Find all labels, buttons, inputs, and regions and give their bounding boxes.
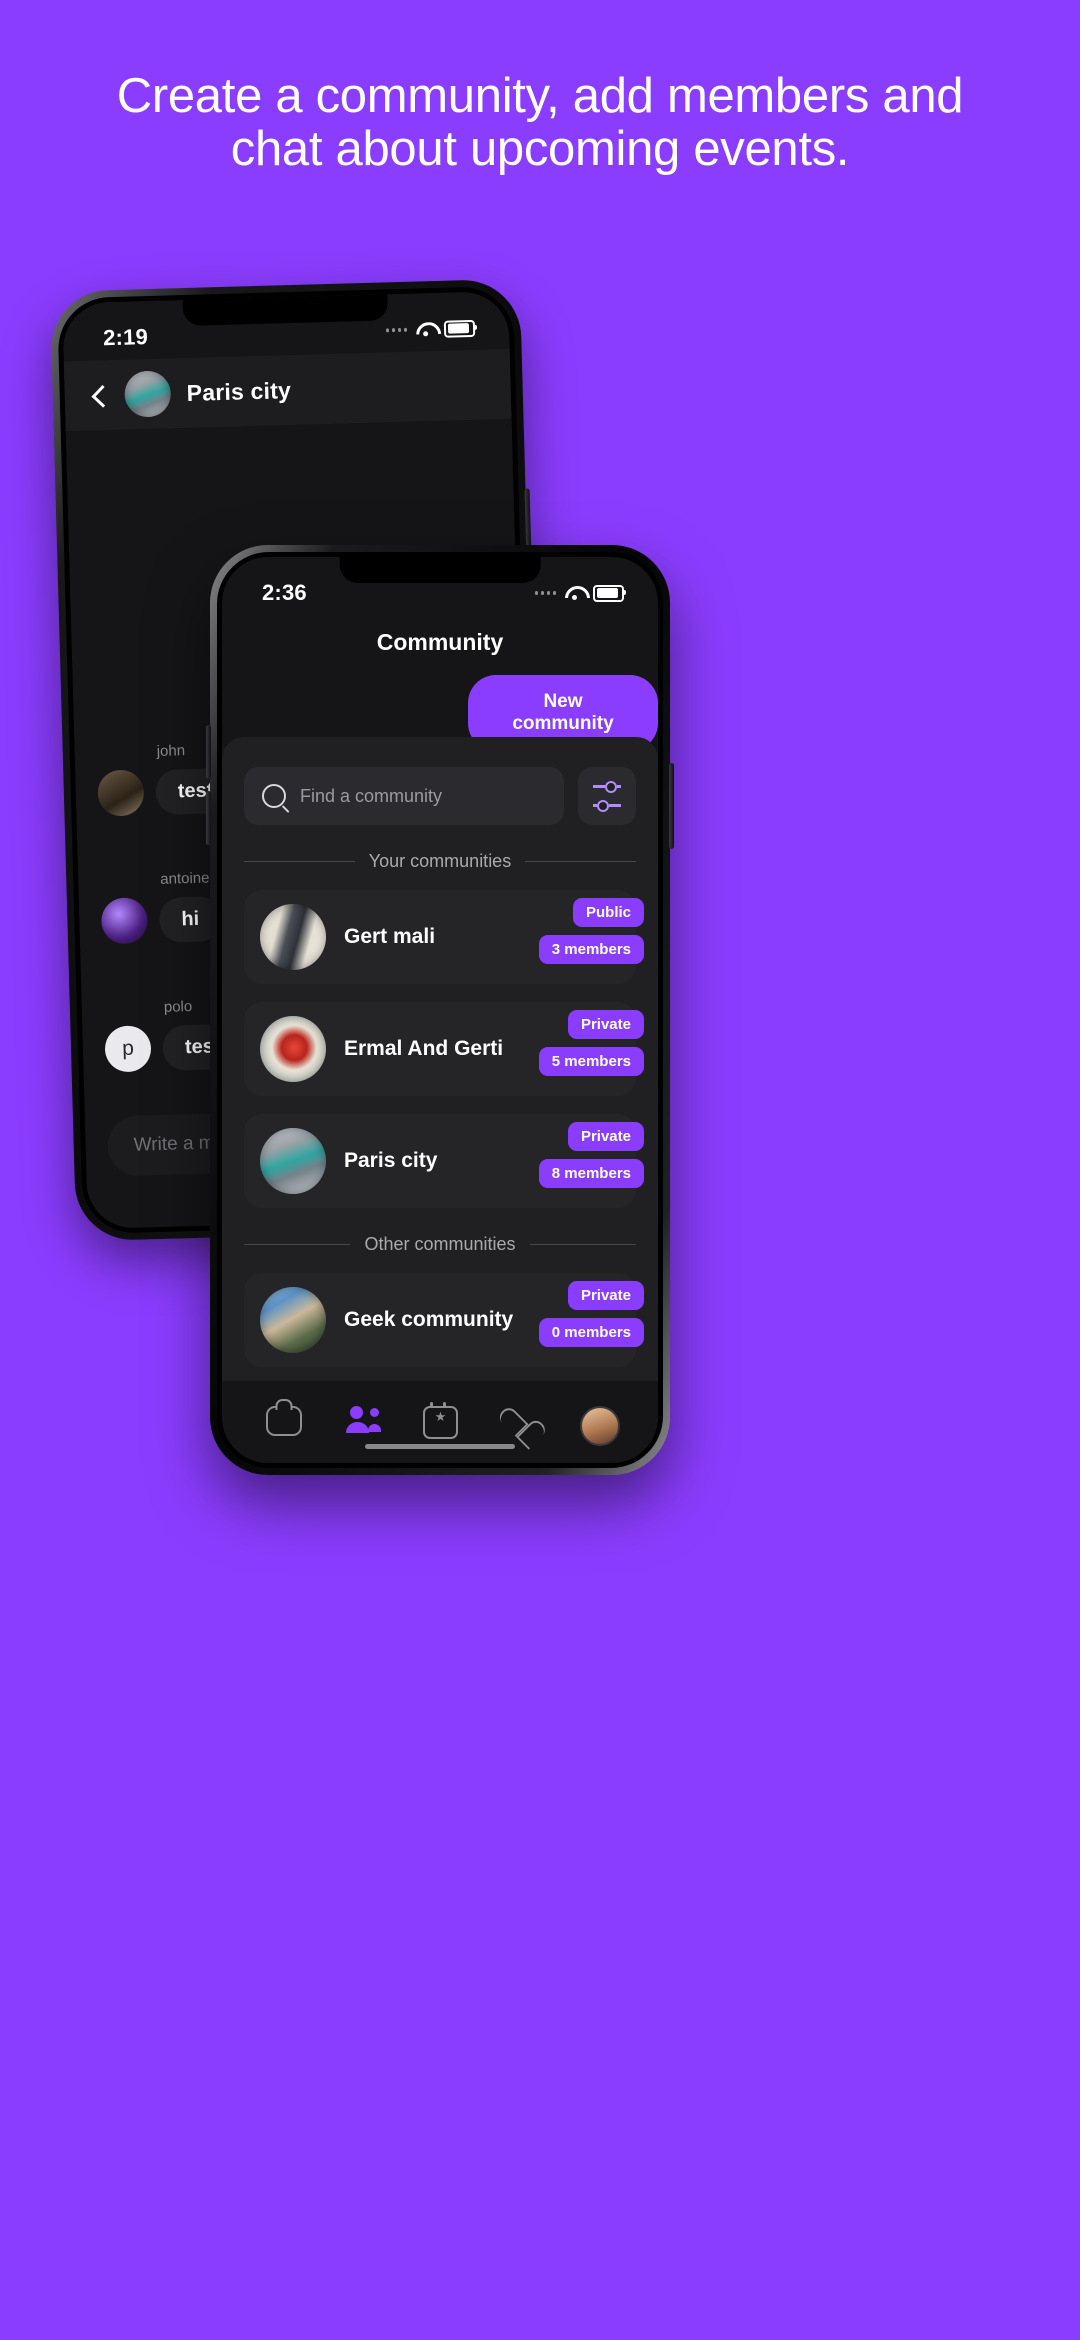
community-badges: Private 8 members: [538, 1122, 644, 1188]
community-avatar: [260, 904, 326, 970]
community-panel: Find a community Your communities Gert m…: [222, 737, 658, 1381]
message-author: john: [156, 742, 186, 760]
chat-header: Paris city: [63, 348, 512, 432]
signal-dots-icon: [534, 591, 556, 595]
volume-up-button: [206, 725, 211, 779]
notch: [339, 557, 541, 583]
status-icons: [385, 319, 476, 338]
volume-down-button: [206, 791, 211, 845]
front-phone-screen: 2:36 Community New community Find a comm…: [222, 557, 658, 1463]
community-avatar: [260, 1287, 326, 1353]
members-badge: 8 members: [538, 1159, 644, 1188]
home-icon: [266, 1406, 303, 1436]
search-input[interactable]: Find a community: [244, 767, 564, 825]
section-label: Other communities: [364, 1234, 516, 1254]
community-row[interactable]: Paris city Private 8 members: [244, 1114, 644, 1208]
community-row[interactable]: Ermal And Gerti Private 5 members: [244, 1002, 644, 1096]
community-avatar: [260, 1016, 326, 1082]
status-time: 2:36: [262, 580, 307, 605]
message-avatar: [97, 769, 145, 817]
tab-people[interactable]: [345, 1406, 381, 1438]
calendar-star-icon: [422, 1402, 458, 1439]
tab-home[interactable]: [266, 1406, 303, 1438]
power-button: [669, 763, 674, 849]
community-row[interactable]: Gert mali Public 3 members: [244, 890, 644, 984]
other-communities-list: Geek community Private 0 members: [222, 1273, 658, 1367]
your-communities-list: Gert mali Public 3 members Ermal And Ger…: [222, 890, 658, 1208]
filter-icon-row2: [593, 799, 621, 812]
profile-avatar: [579, 1406, 620, 1446]
search-row: Find a community: [222, 737, 658, 825]
status-time: 2:19: [102, 324, 149, 351]
page-title: Community: [376, 629, 504, 655]
back-arrow-icon[interactable]: [88, 385, 109, 406]
heart-icon: [501, 1406, 533, 1436]
battery-icon: [593, 584, 626, 602]
visibility-badge: Public: [572, 898, 644, 927]
tab-likes[interactable]: [501, 1406, 535, 1438]
message-item: antoinebaqu hi: [100, 869, 243, 945]
community-row[interactable]: Geek community Private 0 members: [244, 1273, 644, 1367]
front-phone-community-screen: 2:36 Community New community Find a comm…: [206, 545, 674, 1475]
message-author: polo: [163, 998, 193, 1016]
people-icon: [345, 1406, 381, 1434]
search-icon: [262, 784, 286, 808]
community-badges: Private 0 members: [538, 1281, 644, 1347]
battery-icon: [443, 319, 476, 338]
visibility-badge: Private: [567, 1281, 644, 1310]
message-avatar: [100, 897, 149, 945]
visibility-badge: Private: [567, 1122, 644, 1151]
members-badge: 5 members: [538, 1047, 644, 1076]
home-indicator: [365, 1444, 515, 1449]
status-icons: [534, 584, 626, 602]
search-placeholder: Find a community: [300, 785, 443, 806]
tab-events[interactable]: [422, 1402, 458, 1439]
message-avatar: p: [104, 1025, 152, 1073]
chat-community-avatar[interactable]: [124, 370, 172, 418]
filter-button[interactable]: [578, 767, 636, 825]
wifi-icon: [416, 322, 435, 337]
wifi-icon: [565, 586, 584, 600]
community-badges: Public 3 members: [538, 898, 644, 964]
bottom-tab-bar: [222, 1381, 658, 1463]
community-badges: Private 5 members: [538, 1010, 644, 1076]
filter-icon: [593, 780, 621, 793]
section-your-communities: Your communities: [222, 851, 658, 872]
visibility-badge: Private: [567, 1010, 644, 1039]
tab-profile[interactable]: [579, 1406, 620, 1446]
section-label: Your communities: [368, 851, 512, 871]
members-badge: 3 members: [538, 935, 644, 964]
page-headline: Create a community, add members and chat…: [116, 69, 964, 176]
community-avatar: [260, 1128, 326, 1194]
chat-title: Paris city: [186, 376, 292, 406]
members-badge: 0 members: [538, 1318, 644, 1347]
section-other-communities: Other communities: [222, 1234, 658, 1255]
signal-dots-icon: [385, 328, 408, 333]
